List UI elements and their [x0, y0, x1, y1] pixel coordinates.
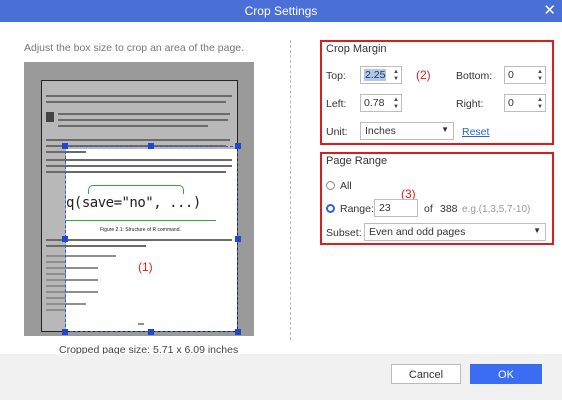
chevron-down-icon: ▼: [533, 226, 541, 235]
bottom-label: Bottom:: [456, 70, 493, 82]
crop-handle-bottom-right[interactable]: [235, 329, 241, 335]
text-line: [58, 125, 208, 127]
reset-link[interactable]: Reset: [462, 126, 489, 138]
left-label: Left:: [326, 98, 347, 110]
annotation-label-1: (1): [138, 260, 153, 274]
spin-up-icon[interactable]: ▲: [537, 97, 543, 103]
text-line: [46, 297, 66, 299]
text-line: [46, 309, 66, 311]
spin-up-icon[interactable]: ▲: [393, 97, 399, 103]
range-value[interactable]: 23: [379, 202, 391, 214]
crop-handle-bottom[interactable]: [148, 329, 154, 335]
close-icon[interactable]: ✕: [543, 0, 556, 22]
left-margin-value[interactable]: 0.78: [364, 97, 384, 109]
window-title: Crop Settings: [244, 4, 318, 18]
crop-handle-top-right[interactable]: [235, 143, 241, 149]
left-margin-spinner[interactable]: 0.78 ▲ ▼: [360, 94, 402, 112]
spin-down-icon[interactable]: ▼: [393, 104, 399, 110]
annotation-label-2: (2): [416, 68, 431, 82]
spin-down-icon[interactable]: ▼: [393, 76, 399, 82]
text-line: [46, 285, 66, 287]
unit-value: Inches: [365, 125, 396, 137]
chevron-down-icon: ▼: [441, 125, 449, 134]
title-bar: Crop Settings ✕: [0, 0, 562, 22]
range-format-hint: e.g.(1,3,5,7-10): [462, 204, 531, 215]
crop-handle-top[interactable]: [148, 143, 154, 149]
spin-up-icon[interactable]: ▲: [393, 69, 399, 75]
subset-value: Even and odd pages: [369, 226, 466, 238]
spin-down-icon[interactable]: ▼: [537, 76, 543, 82]
crop-handle-top-left[interactable]: [62, 143, 68, 149]
crop-handle-bottom-left[interactable]: [62, 329, 68, 335]
text-line: [58, 113, 230, 115]
text-line: [46, 273, 66, 275]
right-margin-value[interactable]: 0: [508, 97, 514, 109]
page-range-title: Page Range: [326, 155, 388, 167]
crop-handle-right[interactable]: [235, 236, 241, 242]
range-label[interactable]: Range:: [340, 203, 374, 215]
crop-margin-title: Crop Margin: [326, 43, 387, 55]
right-margin-spinner[interactable]: 0 ▲ ▼: [504, 94, 546, 112]
top-margin-value[interactable]: 2.25: [364, 69, 387, 81]
crop-instruction: Adjust the box size to crop an area of t…: [24, 42, 245, 54]
total-pages: 388: [440, 203, 458, 215]
spin-down-icon[interactable]: ▼: [537, 104, 543, 110]
unit-select[interactable]: Inches ▼: [360, 122, 454, 140]
crop-box[interactable]: [65, 146, 238, 332]
range-radio[interactable]: [326, 204, 335, 213]
text-line: [58, 119, 228, 121]
range-input[interactable]: 23: [374, 199, 418, 217]
subset-label: Subset:: [326, 227, 362, 239]
all-pages-radio[interactable]: [326, 181, 335, 190]
dialog-footer: Cancel OK: [0, 354, 562, 400]
unit-label: Unit:: [326, 126, 348, 138]
of-label: of: [424, 203, 433, 215]
bottom-margin-spinner[interactable]: 0 ▲ ▼: [504, 66, 546, 84]
top-label: Top:: [326, 70, 346, 82]
text-line: [46, 139, 230, 141]
right-label: Right:: [456, 98, 484, 110]
top-margin-spinner[interactable]: 2.25 ▲ ▼: [360, 66, 402, 84]
crop-handle-left[interactable]: [62, 236, 68, 242]
text-line: [46, 261, 66, 263]
text-line: [46, 112, 54, 122]
text-line: [46, 95, 232, 97]
spin-up-icon[interactable]: ▲: [537, 69, 543, 75]
cancel-button[interactable]: Cancel: [391, 364, 461, 384]
ok-button[interactable]: OK: [470, 364, 542, 384]
subset-select[interactable]: Even and odd pages ▼: [364, 223, 546, 241]
bottom-margin-value[interactable]: 0: [508, 69, 514, 81]
text-line: [46, 101, 226, 103]
all-pages-label[interactable]: All: [340, 180, 352, 192]
panel-divider: [290, 40, 291, 340]
